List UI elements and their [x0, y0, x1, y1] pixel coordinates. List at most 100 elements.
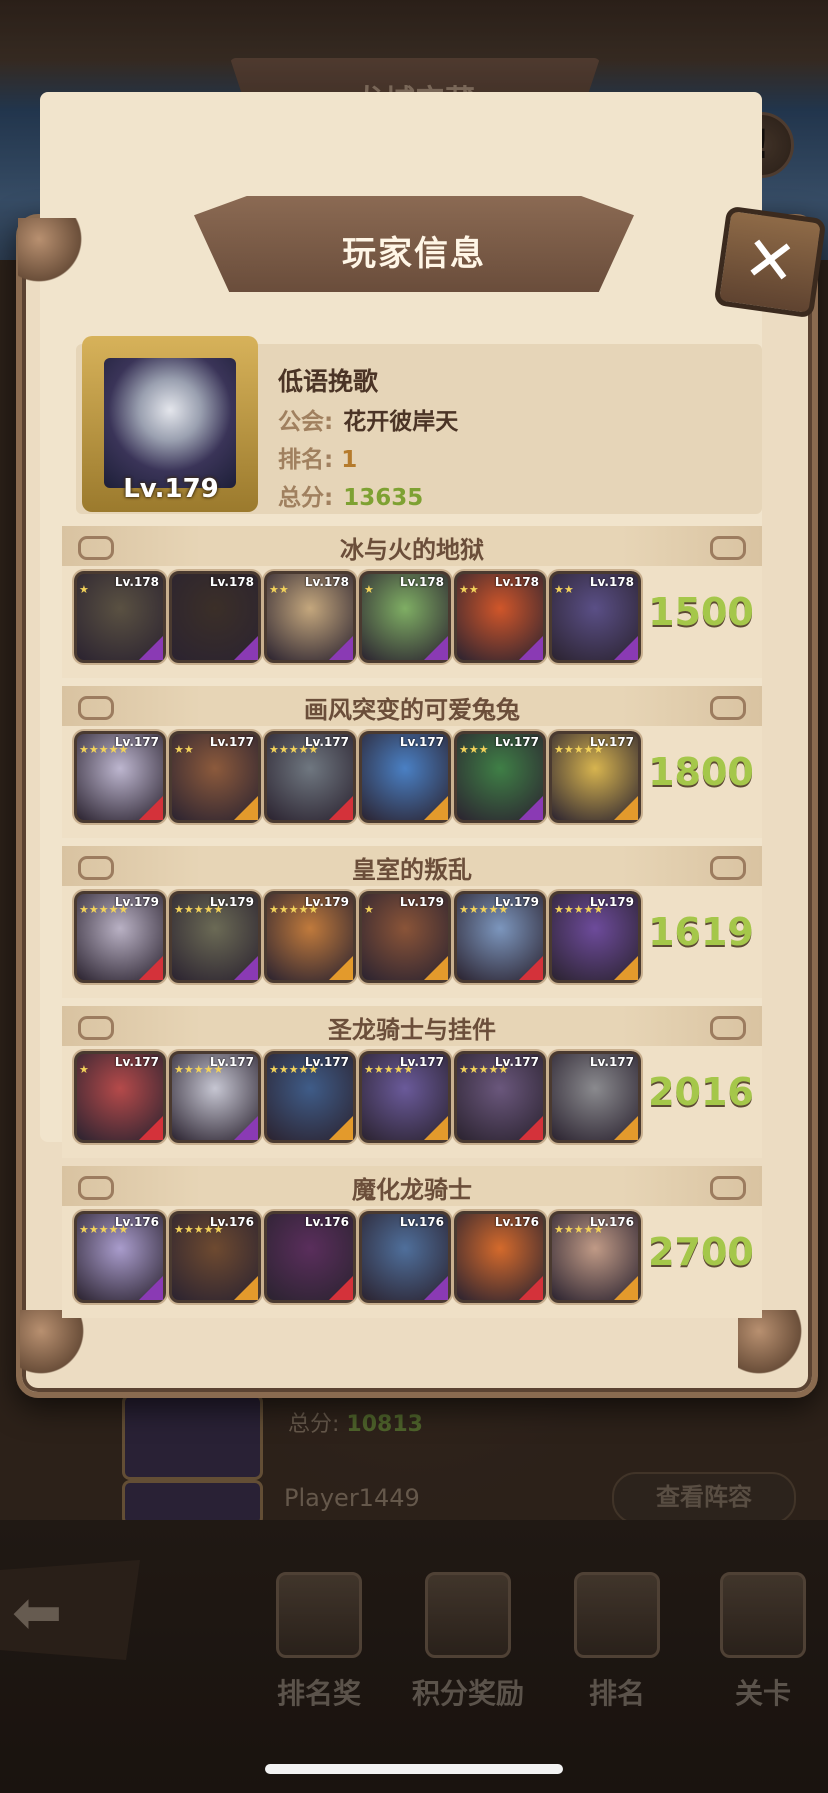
team-title: 画风突变的可爱兔兔 — [304, 696, 520, 724]
hero-rarity-icon — [234, 956, 258, 980]
hero-portrait[interactable]: Lv.177 — [359, 731, 451, 823]
hero-rarity-icon — [234, 1116, 258, 1140]
hero-stars-icon: ★★★★★ — [459, 903, 509, 916]
hero-stars-icon: ★★★★★ — [174, 1063, 224, 1076]
hero-portrait[interactable]: Lv.177 ★★★★★ — [454, 1051, 546, 1143]
hero-stars-icon: ★★★★★ — [364, 1063, 414, 1076]
hero-portrait[interactable]: Lv.178 ★★ — [264, 571, 356, 663]
hero-level: Lv.176 — [304, 1215, 349, 1229]
hero-rarity-icon — [139, 956, 163, 980]
hero-stars-icon: ★ — [364, 583, 374, 596]
hero-stars-icon: ★★★★★ — [79, 903, 129, 916]
hero-portrait[interactable]: Lv.176 ★★★★★ — [74, 1211, 166, 1303]
hero-stars-icon: ★ — [79, 1063, 89, 1076]
hero-stars-icon: ★★ — [269, 583, 289, 596]
hero-portrait[interactable]: Lv.178 — [169, 571, 261, 663]
player-guild-label: 公会: — [278, 409, 334, 435]
team-score: 1619 — [648, 910, 754, 954]
hero-portrait[interactable]: Lv.178 ★ — [359, 571, 451, 663]
hero-portrait[interactable]: Lv.176 — [454, 1211, 546, 1303]
hero-portrait[interactable]: Lv.177 ★★★★★ — [359, 1051, 451, 1143]
hero-portrait[interactable]: Lv.177 ★★★★★ — [169, 1051, 261, 1143]
hero-portrait[interactable]: Lv.178 ★★ — [454, 571, 546, 663]
team-score: 1500 — [648, 590, 754, 634]
hero-stars-icon: ★★★★★ — [79, 743, 129, 756]
hero-level: Lv.176 — [494, 1215, 539, 1229]
hero-level: Lv.178 — [304, 575, 349, 589]
hero-rarity-icon — [329, 956, 353, 980]
hero-stars-icon: ★ — [79, 583, 89, 596]
hero-rarity-icon — [139, 636, 163, 660]
hero-portrait[interactable]: Lv.176 — [359, 1211, 451, 1303]
corner-ornament-icon — [738, 1310, 808, 1380]
hero-rarity-icon — [614, 796, 638, 820]
hero-stars-icon: ★★★ — [459, 743, 489, 756]
player-rank-label: 排名: — [278, 447, 334, 473]
hero-portrait[interactable]: Lv.177 ★ — [74, 1051, 166, 1143]
player-rank-row: 排名: 1 — [278, 440, 357, 474]
player-name: 低语挽歌 — [278, 367, 379, 396]
hero-portrait[interactable]: Lv.178 ★ — [74, 571, 166, 663]
hero-portrait[interactable]: Lv.177 ★★★★★ — [74, 731, 166, 823]
hero-rarity-icon — [424, 1116, 448, 1140]
hero-portrait[interactable]: Lv.176 ★★★★★ — [169, 1211, 261, 1303]
hero-rarity-icon — [139, 1116, 163, 1140]
team-title: 圣龙骑士与挂件 — [328, 1016, 496, 1044]
hero-portrait[interactable]: Lv.176 ★★★★★ — [549, 1211, 641, 1303]
player-guild-row: 公会: 花开彼岸天 — [278, 402, 458, 436]
corner-ornament-icon — [20, 1310, 90, 1380]
hero-rarity-icon — [614, 636, 638, 660]
team-title: 皇室的叛乱 — [352, 856, 472, 884]
hero-stars-icon: ★★★★★ — [79, 1223, 129, 1236]
hero-portrait[interactable]: Lv.177 ★★ — [169, 731, 261, 823]
hero-rarity-icon — [614, 1116, 638, 1140]
hero-portrait[interactable]: Lv.179 ★★★★★ — [454, 891, 546, 983]
hero-portrait[interactable]: Lv.178 ★★ — [549, 571, 641, 663]
hero-rarity-icon — [519, 796, 543, 820]
hero-rarity-icon — [234, 1276, 258, 1300]
team-score: 1800 — [648, 750, 754, 794]
hero-level: Lv.177 — [589, 1055, 634, 1069]
hero-rarity-icon — [234, 636, 258, 660]
hero-rarity-icon — [424, 796, 448, 820]
hero-level: Lv.178 — [114, 575, 159, 589]
player-guild: 花开彼岸天 — [343, 409, 459, 435]
hero-level: Lv.176 — [399, 1215, 444, 1229]
hero-portrait[interactable]: Lv.177 ★★★★★ — [549, 731, 641, 823]
team-score: 2700 — [648, 1230, 754, 1274]
hero-stars-icon: ★★★★★ — [174, 903, 224, 916]
player-avatar — [104, 358, 236, 488]
hero-portrait[interactable]: Lv.179 ★★★★★ — [549, 891, 641, 983]
hero-portrait[interactable]: Lv.179 ★★★★★ — [169, 891, 261, 983]
hero-rarity-icon — [234, 796, 258, 820]
corner-ornament-icon — [18, 218, 88, 288]
hero-portrait[interactable]: Lv.177 ★★★ — [454, 731, 546, 823]
hero-stars-icon: ★★★★★ — [269, 743, 319, 756]
hero-level: Lv.177 — [399, 735, 444, 749]
hero-stars-icon: ★★★★★ — [554, 1223, 604, 1236]
hero-stars-icon: ★★★★★ — [554, 743, 604, 756]
hero-portrait[interactable]: Lv.179 ★★★★★ — [74, 891, 166, 983]
hero-level: Lv.178 — [209, 575, 254, 589]
hero-portrait[interactable]: Lv.177 ★★★★★ — [264, 1051, 356, 1143]
hero-level: Lv.179 — [399, 895, 444, 909]
hero-rarity-icon — [329, 636, 353, 660]
hero-portrait[interactable]: Lv.177 ★★★★★ — [264, 731, 356, 823]
hero-level: Lv.177 — [494, 735, 539, 749]
hero-level: Lv.178 — [399, 575, 444, 589]
hero-rarity-icon — [139, 796, 163, 820]
hero-portrait[interactable]: Lv.177 — [549, 1051, 641, 1143]
hero-rarity-icon — [424, 956, 448, 980]
hero-portrait[interactable]: Lv.179 ★★★★★ — [264, 891, 356, 983]
hero-stars-icon: ★★ — [554, 583, 574, 596]
close-button[interactable]: ✕ — [713, 205, 827, 319]
player-rank: 1 — [341, 447, 358, 473]
hero-stars-icon: ★★ — [459, 583, 479, 596]
hero-portrait[interactable]: Lv.176 — [264, 1211, 356, 1303]
hero-stars-icon: ★★★★★ — [174, 1223, 224, 1236]
hero-stars-icon: ★ — [364, 903, 374, 916]
hero-stars-icon: ★★★★★ — [554, 903, 604, 916]
dialog-title: 玩家信息 — [342, 234, 486, 274]
hero-level: Lv.177 — [209, 735, 254, 749]
hero-portrait[interactable]: Lv.179 ★ — [359, 891, 451, 983]
